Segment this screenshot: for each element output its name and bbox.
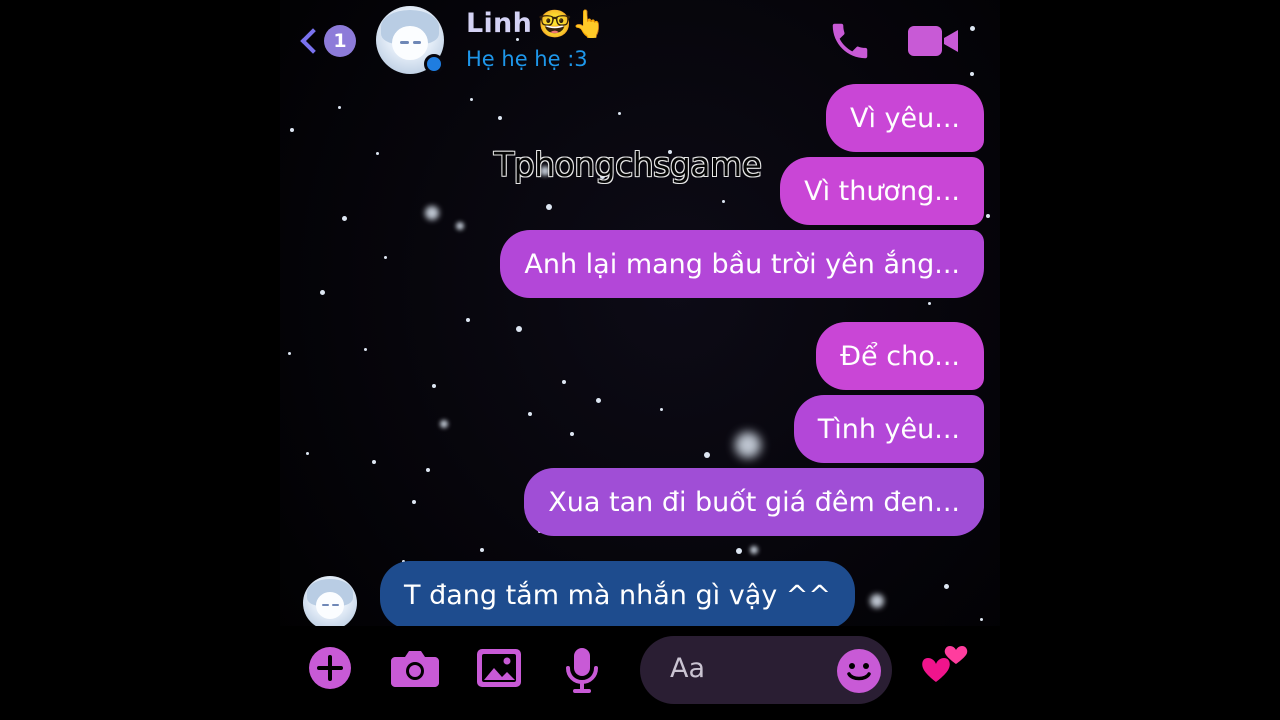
chevron-left-icon (300, 28, 326, 54)
snowflake (735, 432, 761, 458)
snowflake (440, 420, 448, 428)
snowflake (944, 584, 949, 589)
camera-icon[interactable] (390, 646, 440, 694)
snowflake (736, 548, 742, 554)
chat-screen: 1 Linh 🤓👆 Hẹ hẹ hẹ :3 Tphongchsgame Vì y… (280, 0, 1000, 720)
phone-icon[interactable] (826, 18, 874, 68)
snowflake (618, 112, 621, 115)
snowflake (364, 348, 367, 351)
watermark-text: Tphongchsgame (494, 145, 762, 184)
image-icon[interactable] (476, 646, 522, 694)
snowflake (562, 380, 566, 384)
message-input-placeholder: Aa (670, 653, 706, 684)
contact-name[interactable]: Linh (466, 8, 532, 39)
chat-header: 1 Linh 🤓👆 Hẹ hẹ hẹ :3 (280, 0, 1000, 82)
snowflake (338, 106, 341, 109)
outgoing-message[interactable]: Xua tan đi buốt giá đêm đen... (524, 468, 984, 536)
online-status-dot (424, 54, 444, 74)
microphone-icon[interactable] (564, 646, 600, 698)
snowflake (320, 290, 325, 295)
snowflake (426, 468, 430, 472)
snowflake (928, 302, 931, 305)
snowflake (546, 204, 552, 210)
snowflake (704, 452, 710, 458)
snowflake (528, 412, 532, 416)
snowflake (290, 128, 294, 132)
snowflake (480, 548, 484, 552)
outgoing-message[interactable]: Anh lại mang bầu trời yên ắng... (500, 230, 984, 298)
plus-icon[interactable] (308, 646, 352, 694)
outgoing-message[interactable]: Tình yêu... (793, 395, 984, 463)
contact-avatar-small[interactable] (303, 576, 357, 630)
snowflake (342, 216, 347, 221)
snowflake (466, 318, 470, 322)
smiley-icon[interactable] (836, 648, 882, 698)
snowflake (425, 206, 439, 220)
contact-emoji: 🤓👆 (538, 9, 606, 40)
snowflake (306, 452, 309, 455)
snowflake (498, 116, 502, 120)
snowflake (516, 326, 522, 332)
unread-count-badge: 1 (324, 25, 356, 57)
outgoing-message[interactable]: Để cho... (816, 322, 984, 390)
contact-status: Hẹ hẹ hẹ :3 (466, 47, 588, 71)
snowflake (722, 200, 725, 203)
snowflake (470, 98, 473, 101)
snowflake (570, 432, 574, 436)
snowflake (412, 500, 416, 504)
video-camera-icon[interactable] (906, 18, 960, 68)
outgoing-message[interactable]: Vì yêu... (825, 84, 984, 152)
snowflake (986, 214, 990, 218)
back-button[interactable]: 1 (294, 18, 356, 64)
snowflake (288, 352, 291, 355)
snowflake (750, 546, 758, 554)
message-composer: Aa (280, 626, 1000, 720)
snowflake (376, 152, 379, 155)
snowflake (384, 256, 387, 259)
message-input[interactable]: Aa (640, 636, 892, 704)
incoming-message[interactable]: T đang tắm mà nhắn gì vậy ^^ (380, 561, 856, 629)
snowflake (372, 460, 376, 464)
hearts-icon[interactable] (922, 644, 974, 700)
snowflake (596, 398, 601, 403)
snowflake (432, 384, 436, 388)
snowflake (980, 618, 983, 621)
snowflake (660, 408, 663, 411)
outgoing-message[interactable]: Vì thương... (780, 157, 984, 225)
snowflake (456, 222, 464, 230)
snowflake (870, 594, 884, 608)
